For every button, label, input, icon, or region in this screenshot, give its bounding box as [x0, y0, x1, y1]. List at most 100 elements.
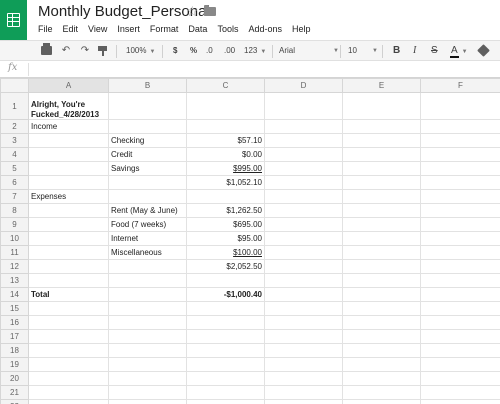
sheets-logo-icon[interactable]	[0, 0, 27, 40]
column-header-b[interactable]: B	[108, 78, 187, 93]
increase-decimal-button[interactable]: .00	[224, 45, 235, 57]
menu-help[interactable]: Help	[292, 24, 311, 34]
cell-b2[interactable]	[108, 119, 187, 134]
print-icon[interactable]	[41, 43, 52, 55]
cell[interactable]	[420, 301, 500, 316]
cell[interactable]	[264, 147, 343, 162]
cell[interactable]	[264, 189, 343, 204]
cell-c9[interactable]: $695.00	[186, 217, 265, 232]
cell[interactable]	[264, 175, 343, 190]
cell-b3[interactable]: Checking	[108, 133, 187, 148]
menu-edit[interactable]: Edit	[63, 24, 79, 34]
cell-c5[interactable]: $995.00	[186, 161, 265, 176]
cell-b12[interactable]	[108, 259, 187, 274]
cell[interactable]	[342, 147, 421, 162]
cell-a11[interactable]	[28, 245, 109, 260]
cell[interactable]	[420, 371, 500, 386]
cell[interactable]	[108, 385, 187, 400]
cell[interactable]	[186, 343, 265, 358]
cell-c10[interactable]: $95.00	[186, 231, 265, 246]
cell[interactable]	[420, 133, 500, 148]
cell[interactable]	[264, 343, 343, 358]
row-header[interactable]: 20	[0, 371, 29, 386]
cell[interactable]	[420, 217, 500, 232]
zoom-select[interactable]: 100% ▼	[126, 45, 155, 58]
cell[interactable]	[342, 329, 421, 344]
cell[interactable]	[342, 343, 421, 358]
italic-button[interactable]: I	[413, 45, 416, 57]
strikethrough-button[interactable]: S	[431, 45, 438, 57]
cell[interactable]	[28, 343, 109, 358]
cell[interactable]	[264, 399, 343, 404]
cell-a6[interactable]	[28, 175, 109, 190]
row-header[interactable]: 14	[0, 287, 29, 302]
cell[interactable]	[342, 287, 421, 302]
cell[interactable]	[420, 259, 500, 274]
cell-c6[interactable]: $1,052.10	[186, 175, 265, 190]
cell-b6[interactable]	[108, 175, 187, 190]
cell[interactable]	[420, 119, 500, 134]
cell[interactable]	[342, 259, 421, 274]
cell[interactable]	[108, 343, 187, 358]
cell[interactable]	[342, 245, 421, 260]
fill-color-icon[interactable]	[477, 44, 490, 57]
menu-file[interactable]: File	[38, 24, 53, 34]
cell[interactable]	[342, 273, 421, 288]
row-header[interactable]: 17	[0, 329, 29, 344]
row-header[interactable]: 2	[0, 119, 29, 134]
cell-c11[interactable]: $100.00	[186, 245, 265, 260]
cell-a13[interactable]	[28, 273, 109, 288]
cell[interactable]	[264, 287, 343, 302]
cell[interactable]	[342, 133, 421, 148]
document-title[interactable]: Monthly Budget_Personal	[38, 3, 210, 20]
row-header[interactable]: 5	[0, 161, 29, 176]
cell-b8[interactable]: Rent (May & June)	[108, 203, 187, 218]
cell[interactable]	[420, 399, 500, 404]
cell[interactable]	[108, 399, 187, 404]
cell-a9[interactable]	[28, 217, 109, 232]
cell[interactable]	[342, 217, 421, 232]
cell[interactable]	[186, 371, 265, 386]
cell[interactable]	[264, 301, 343, 316]
cell[interactable]	[108, 315, 187, 330]
cell[interactable]	[186, 399, 265, 404]
cell[interactable]	[420, 385, 500, 400]
cell-a5[interactable]	[28, 161, 109, 176]
cell[interactable]	[342, 315, 421, 330]
cell-b13[interactable]	[108, 273, 187, 288]
menu-addons[interactable]: Add-ons	[248, 24, 282, 34]
column-header-f[interactable]: F	[420, 78, 500, 93]
row-header[interactable]: 13	[0, 273, 29, 288]
cell-a4[interactable]	[28, 147, 109, 162]
column-header-d[interactable]: D	[264, 78, 343, 93]
row-header[interactable]: 11	[0, 245, 29, 260]
cell[interactable]	[420, 343, 500, 358]
row-header[interactable]: 22	[0, 399, 29, 404]
row-header[interactable]: 12	[0, 259, 29, 274]
cell-c12[interactable]: $2,052.50	[186, 259, 265, 274]
cell[interactable]	[420, 189, 500, 204]
cell[interactable]	[420, 245, 500, 260]
font-select[interactable]: Arial ▼	[279, 45, 339, 57]
cell-b14[interactable]	[108, 287, 187, 302]
row-header[interactable]: 15	[0, 301, 29, 316]
cell-a12[interactable]	[28, 259, 109, 274]
cell[interactable]	[264, 161, 343, 176]
row-header[interactable]: 19	[0, 357, 29, 372]
cell[interactable]	[28, 399, 109, 404]
cell-c1[interactable]	[186, 92, 265, 120]
menu-data[interactable]: Data	[188, 24, 207, 34]
more-formats-select[interactable]: 123 ▼	[244, 45, 266, 58]
column-header-a[interactable]: A	[28, 78, 109, 93]
cell[interactable]	[264, 119, 343, 134]
cell[interactable]	[342, 175, 421, 190]
cell[interactable]	[264, 245, 343, 260]
cell[interactable]	[186, 385, 265, 400]
cell[interactable]	[28, 315, 109, 330]
cell[interactable]	[28, 357, 109, 372]
bold-button[interactable]: B	[393, 45, 400, 57]
font-size-select[interactable]: 10 ▼	[348, 45, 378, 57]
cell[interactable]	[264, 92, 343, 120]
cell[interactable]	[342, 92, 421, 120]
text-color-button[interactable]: A ▼	[450, 45, 468, 58]
